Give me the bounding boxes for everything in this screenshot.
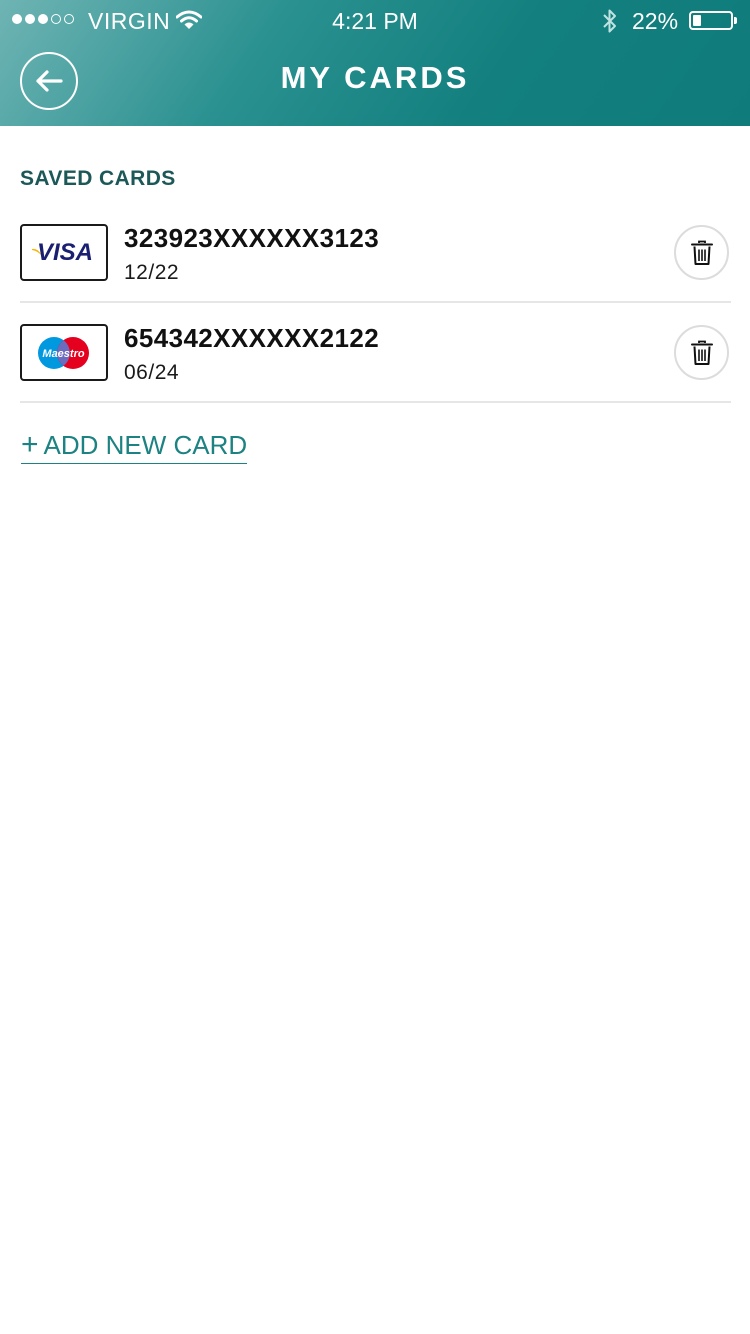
saved-card-row[interactable]: Maestro 654342XXXXXX2122 06/24 (20, 303, 731, 403)
plus-icon: + (21, 428, 39, 461)
status-bar: VIRGIN 4:21 PM 22% (0, 0, 750, 40)
delete-card-button[interactable] (674, 225, 729, 280)
card-number: 654342XXXXXX2122 (124, 323, 380, 353)
battery-percent: 22% (632, 8, 679, 34)
trash-icon (690, 340, 713, 365)
battery-level-fill (693, 15, 701, 26)
add-new-card-link[interactable]: + ADD NEW CARD (21, 428, 248, 464)
card-number: 323923XXXXXX3123 (124, 223, 380, 253)
visa-logo: VISA (20, 224, 108, 281)
maestro-logo-text: Maestro (42, 348, 84, 360)
header: VIRGIN 4:21 PM 22% MY CARDS (0, 0, 750, 126)
maestro-logo: Maestro (20, 324, 108, 381)
bluetooth-icon (601, 8, 619, 40)
section-title-saved-cards: SAVED CARDS (20, 167, 176, 190)
battery-icon (689, 11, 733, 30)
page-title: MY CARDS (280, 60, 470, 95)
delete-card-button[interactable] (674, 325, 729, 380)
battery-tip (734, 17, 737, 24)
trash-icon (690, 240, 713, 265)
saved-card-row[interactable]: VISA 323923XXXXXX3123 12/22 (20, 203, 731, 303)
card-expiry: 06/24 (124, 361, 180, 384)
card-expiry: 12/22 (124, 261, 180, 284)
visa-logo-text: VISA (37, 239, 93, 266)
add-new-card-label: ADD NEW CARD (43, 430, 248, 460)
